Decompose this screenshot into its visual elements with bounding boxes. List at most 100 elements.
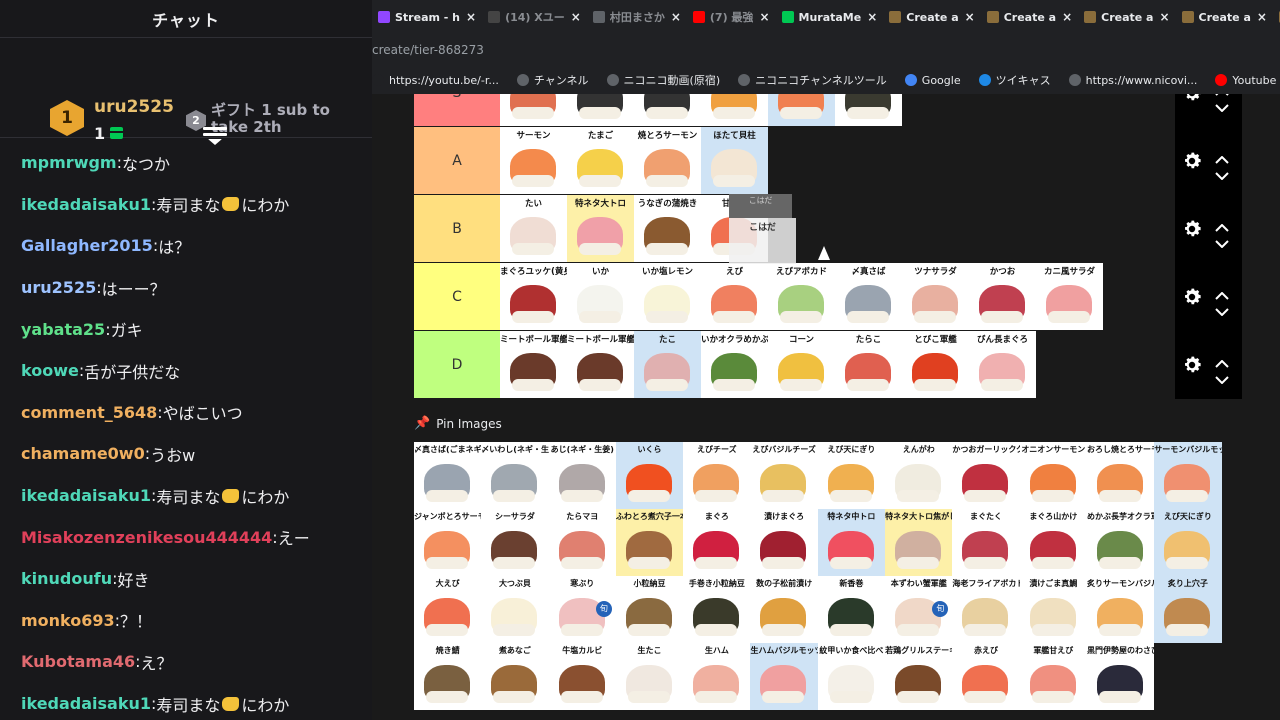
tier-item[interactable]: いかオクラめかぶ: [701, 331, 768, 398]
chat-username[interactable]: Kubotama46: [21, 652, 135, 671]
chat-username[interactable]: Misakozenzenikesou444444: [21, 528, 272, 547]
chat-username[interactable]: comment_5648: [21, 403, 157, 422]
tier-item[interactable]: たい: [500, 195, 567, 262]
pin-item[interactable]: 〆いわし(ネギ・生姜): [481, 442, 549, 509]
pin-item[interactable]: あじ(ネギ・生姜): [548, 442, 616, 509]
tier-label[interactable]: B: [414, 195, 500, 262]
browser-tab[interactable]: Create a ×: [1176, 0, 1273, 34]
tier-item[interactable]: カニ風サラダ: [1036, 263, 1103, 330]
tier-label[interactable]: A: [414, 127, 500, 194]
chevron-down-icon[interactable]: [1215, 97, 1229, 113]
pin-item[interactable]: たらマヨ: [548, 509, 616, 576]
pin-item[interactable]: おろし焼とろサーモン: [1086, 442, 1155, 509]
pin-item[interactable]: 炙り上穴子: [1154, 576, 1222, 643]
bookmark-item[interactable]: https://youtu.be/-r...: [372, 74, 499, 87]
tier-item[interactable]: かつお: [969, 263, 1036, 330]
chat-username[interactable]: Gallagher2015: [21, 236, 153, 255]
pin-item[interactable]: オニオンサーモン: [1019, 442, 1087, 509]
tier-item[interactable]: たこ: [634, 331, 701, 398]
browser-tab[interactable]: Stream - h ×: [372, 0, 482, 34]
pin-item[interactable]: 黒門伊勢屋のわさびなす: [1086, 643, 1155, 710]
tier-item[interactable]: [768, 94, 835, 126]
tier-item[interactable]: とびこ軍艦: [902, 331, 969, 398]
pin-item[interactable]: ジャンボとろサーモン: [414, 509, 482, 576]
tier-item[interactable]: たらこ: [835, 331, 902, 398]
tier-item[interactable]: いか塩レモン: [634, 263, 701, 330]
bookmark-item[interactable]: Google: [904, 74, 961, 87]
tier-item[interactable]: うなぎの蒲焼き: [634, 195, 701, 262]
pin-item[interactable]: まぐたく: [952, 509, 1020, 576]
chevron-up-icon[interactable]: [1215, 149, 1229, 164]
tab-close-icon[interactable]: ×: [965, 10, 975, 24]
pin-item[interactable]: シーサラダ: [481, 509, 549, 576]
dragging-item[interactable]: こはだ: [729, 218, 796, 264]
tier-item[interactable]: 〆真さば: [835, 263, 902, 330]
pin-item[interactable]: いくら: [615, 442, 684, 509]
bookmark-item[interactable]: ニコニコ動画(原宿): [606, 72, 720, 88]
tier-item[interactable]: [701, 94, 768, 126]
chevron-down-icon[interactable]: [1215, 233, 1229, 249]
gear-icon[interactable]: [1181, 218, 1203, 240]
pin-item[interactable]: 炙りサーモンバジルチーズ: [1086, 576, 1155, 643]
pin-item[interactable]: 生ハム: [683, 643, 751, 710]
pin-item[interactable]: めかぶ長芋オクラ軍艦: [1086, 509, 1155, 576]
tier-item[interactable]: [500, 94, 567, 126]
pin-item[interactable]: えんがわ: [885, 442, 953, 509]
browser-tab[interactable]: Create a ×: [1078, 0, 1175, 34]
pin-item[interactable]: 海老フライアボカドロール: [952, 576, 1020, 643]
address-bar[interactable]: create/tier-868273: [372, 34, 1280, 66]
gear-icon[interactable]: [1181, 286, 1203, 308]
pin-item[interactable]: えび天にぎり: [1154, 509, 1222, 576]
tier-item[interactable]: コーン: [768, 331, 835, 398]
pin-item[interactable]: 特ネタ中トロ: [817, 509, 886, 576]
tier-item[interactable]: ミートボール軍艦: [567, 331, 634, 398]
tier-label[interactable]: S: [414, 94, 500, 126]
chevron-down-icon[interactable]: [1215, 301, 1229, 317]
tab-close-icon[interactable]: ×: [466, 10, 476, 24]
pin-item[interactable]: 大えび: [414, 576, 482, 643]
pin-item[interactable]: 新香巻: [817, 576, 886, 643]
bookmark-item[interactable]: ニコニコチャンネルツール: [738, 72, 887, 88]
chat-username[interactable]: ikedadaisaku1: [21, 486, 151, 505]
bookmark-item[interactable]: チャンネル: [516, 72, 589, 88]
browser-tab[interactable]: アニメ Tier×: [1273, 0, 1280, 34]
tier-item[interactable]: えび: [701, 263, 768, 330]
tab-close-icon[interactable]: ×: [1062, 10, 1072, 24]
gear-icon[interactable]: [1181, 354, 1203, 376]
pin-item[interactable]: 漬けごま真鯛: [1019, 576, 1087, 643]
chevron-down-icon[interactable]: [1215, 165, 1229, 181]
tab-close-icon[interactable]: ×: [867, 10, 877, 24]
pin-item[interactable]: 漬けまぐろ: [750, 509, 818, 576]
browser-tab[interactable]: MurataMe ×: [776, 0, 884, 34]
pin-item[interactable]: ふわとろ煮穴子一本にぎり: [615, 509, 684, 576]
pin-item[interactable]: 紋甲いか食べ比べ: [817, 643, 886, 710]
pin-item[interactable]: 牛塩カルビ: [548, 643, 616, 710]
browser-tab[interactable]: (14) Xユー ×: [482, 0, 587, 34]
chat-username[interactable]: kinudoufu: [21, 569, 112, 588]
chevron-up-icon[interactable]: [1215, 217, 1229, 232]
tier-item[interactable]: たまご: [567, 127, 634, 194]
chat-username[interactable]: uru2525: [21, 278, 96, 297]
tier-item[interactable]: [634, 94, 701, 126]
tier-item[interactable]: サーモン: [500, 127, 567, 194]
tier-item[interactable]: [567, 94, 634, 126]
browser-tab[interactable]: (7) 最強 ×: [687, 0, 776, 34]
tab-close-icon[interactable]: ×: [671, 10, 681, 24]
chevron-up-icon[interactable]: [1215, 353, 1229, 368]
pin-item[interactable]: 特ネタ大トロ焦がし醤油: [885, 509, 953, 576]
pin-item[interactable]: かつおガーリッククマヨ: [952, 442, 1020, 509]
pin-item[interactable]: 手巻き小粒納豆: [683, 576, 751, 643]
tier-item[interactable]: 焼とろサーモン: [634, 127, 701, 194]
tab-close-icon[interactable]: ×: [1257, 10, 1267, 24]
pin-item[interactable]: 寒ぶり旬: [548, 576, 616, 643]
pin-item[interactable]: えびバジルチーズ: [750, 442, 818, 509]
browser-tab[interactable]: Create a ×: [981, 0, 1078, 34]
tab-close-icon[interactable]: ×: [571, 10, 581, 24]
pin-item[interactable]: 焼き鯖: [414, 643, 482, 710]
bookmark-item[interactable]: ツイキャス: [978, 72, 1051, 88]
pin-item[interactable]: えびチーズ: [683, 442, 751, 509]
chat-username[interactable]: yabata25: [21, 320, 105, 339]
tier-item[interactable]: 特ネタ大トロ: [567, 195, 634, 262]
tier-item[interactable]: ほたて貝柱: [701, 127, 768, 194]
tab-close-icon[interactable]: ×: [759, 10, 769, 24]
